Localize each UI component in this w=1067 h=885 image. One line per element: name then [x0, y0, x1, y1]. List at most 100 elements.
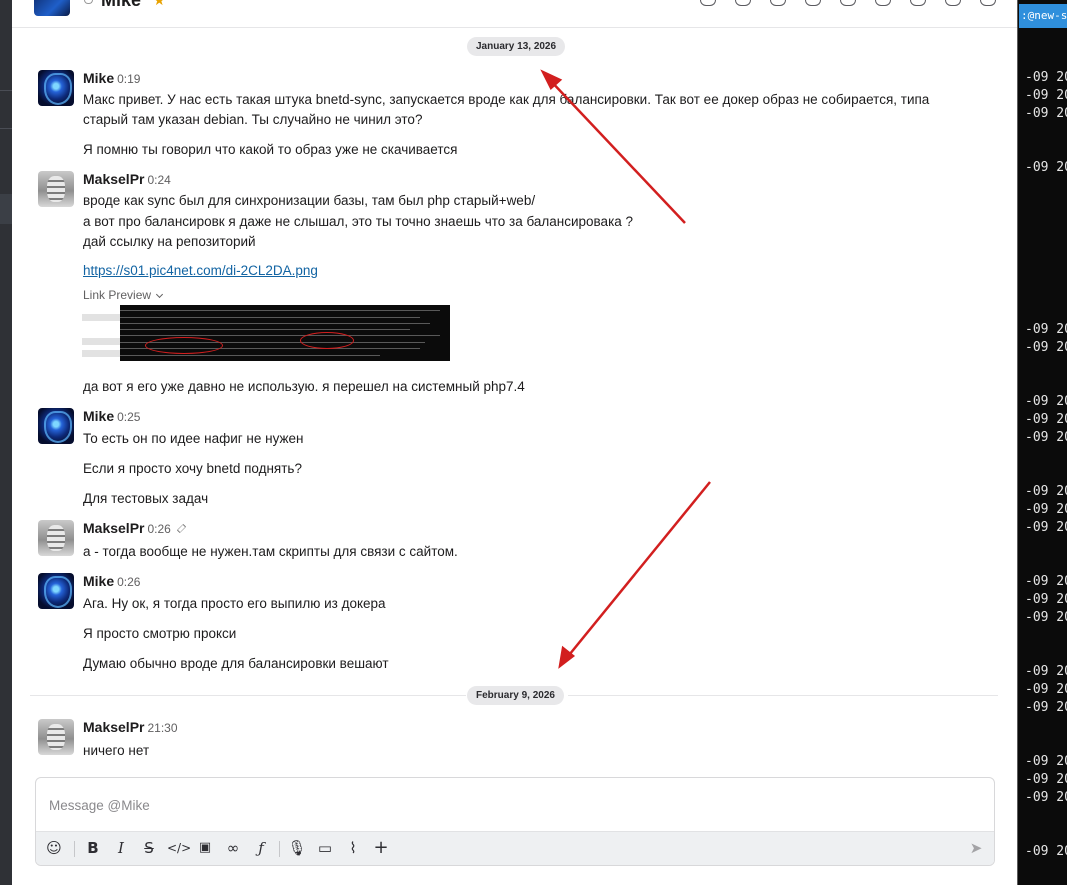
toolbar-separator	[279, 841, 280, 857]
author-name[interactable]: MakselPr	[83, 520, 144, 536]
author-name[interactable]: MakselPr	[83, 719, 144, 735]
terminal-line: -09 20	[1025, 844, 1067, 859]
terminal-line: -09 20	[1025, 574, 1067, 589]
files-icon[interactable]	[910, 0, 926, 6]
pinned-icon[interactable]	[770, 0, 786, 6]
formatting-toolbar: ☺ B I S </> ▣ ∞ ƒ 🎙︎ ▭ ⌇ + ➤	[36, 831, 994, 865]
edited-pencil-icon	[176, 523, 186, 534]
post-header: MakselPr 0:24	[83, 171, 171, 189]
author-name[interactable]: Mike	[83, 573, 114, 589]
avatar[interactable]	[38, 719, 74, 755]
terminal-line: -09 20	[1025, 520, 1067, 535]
terminal-line: -09 20	[1025, 322, 1067, 337]
terminal-line: -09 20	[1025, 700, 1067, 715]
post-header: Mike 0:26	[83, 573, 140, 591]
code-icon[interactable]: </>	[167, 838, 191, 858]
video-icon[interactable]: ▭	[315, 838, 335, 858]
terminal-line: -09 20	[1025, 664, 1067, 679]
message-text: Макс привет. У нас есть такая штука bnet…	[83, 92, 930, 107]
post-header: MakselPr 21:30	[83, 719, 178, 737]
call-icon[interactable]	[700, 0, 716, 6]
send-icon[interactable]: ➤	[966, 838, 986, 858]
terminal-line: -09 20	[1025, 88, 1067, 103]
message-text: а - тогда вообще не нужен.там скрипты дл…	[83, 544, 458, 559]
avatar[interactable]	[38, 573, 74, 609]
terminal-line: -09 20	[1025, 394, 1067, 409]
message-composer: ☺ B I S </> ▣ ∞ ƒ 🎙︎ ▭ ⌇ + ➤	[35, 777, 995, 866]
header-avatar[interactable]	[34, 0, 70, 16]
link-preview-image[interactable]	[82, 305, 450, 361]
message-text: То есть он по идее нафиг не нужен	[83, 431, 304, 446]
terminal-line: -09 20	[1025, 484, 1067, 499]
post-time[interactable]: 21:30	[147, 721, 177, 735]
terminal-line: -09 20	[1025, 340, 1067, 355]
video-call-icon[interactable]	[735, 0, 751, 6]
message-text: Ага. Ну ок, я тогда просто его выпилю из…	[83, 596, 386, 611]
search-icon[interactable]	[875, 0, 891, 6]
terminal-line: -09 20	[1025, 412, 1067, 427]
page-title[interactable]: Mike	[101, 0, 141, 11]
mentions-icon[interactable]	[840, 0, 856, 6]
terminal-line: -09 20	[1025, 772, 1067, 787]
post-header: MakselPr 0:26	[83, 520, 186, 538]
message-text: вроде как sync был для синхронизации баз…	[83, 193, 536, 208]
terminal-line: -09 20	[1025, 682, 1067, 697]
post-time[interactable]: 0:26	[147, 522, 170, 536]
terminal-line: -09 20	[1025, 160, 1067, 175]
emoji-icon[interactable]: ☺	[44, 838, 64, 858]
message-text: ничего нет	[83, 743, 150, 758]
link-preview-label: Link Preview	[83, 288, 152, 302]
message-input[interactable]	[37, 779, 993, 831]
message-text: Для тестовых задач	[83, 491, 209, 506]
terminal-window: :@new-si -09 20 -09 20 -09 20 -09 20 -09…	[1018, 0, 1067, 885]
favorite-star-icon[interactable]: ★	[153, 0, 166, 9]
channel-info-icon[interactable]	[945, 0, 961, 6]
message-text: Думаю обычно вроде для балансировки веша…	[83, 656, 389, 671]
microphone-icon[interactable]: 🎙︎	[287, 838, 307, 858]
chat-panel: Mike ★ January 13, 2026 Mike 0:19 Макс пр…	[12, 0, 1018, 885]
bold-icon[interactable]: B	[83, 838, 103, 858]
formula-icon[interactable]: ƒ	[251, 838, 271, 858]
chevron-down-icon	[155, 290, 164, 299]
author-name[interactable]: MakselPr	[83, 171, 144, 187]
terminal-line: -09 20	[1025, 106, 1067, 121]
divider	[568, 695, 998, 696]
message-text: Я просто смотрю прокси	[83, 626, 237, 641]
avatar[interactable]	[38, 70, 74, 106]
avatar[interactable]	[38, 408, 74, 444]
italic-icon[interactable]: I	[111, 838, 131, 858]
terminal-line: -09 20	[1025, 754, 1067, 769]
post-time[interactable]: 0:19	[117, 72, 140, 86]
link-icon[interactable]: ∞	[223, 838, 243, 858]
terminal-line: -09 20	[1025, 430, 1067, 445]
message-link[interactable]: https://s01.pic4net.com/di-2CL2DA.png	[83, 263, 318, 278]
post-time[interactable]: 0:24	[147, 173, 170, 187]
code-block-icon[interactable]: ▣	[195, 838, 215, 858]
post-time[interactable]: 0:26	[117, 575, 140, 589]
message-text: дай ссылку на репозиторий	[83, 234, 256, 249]
message-text: да вот я его уже давно не использую. я п…	[83, 379, 525, 394]
terminal-tab[interactable]: :@new-si	[1019, 4, 1067, 28]
strikethrough-icon[interactable]: S	[139, 838, 159, 858]
avatar[interactable]	[38, 171, 74, 207]
terminal-line: -09 20	[1025, 70, 1067, 85]
message-text: а вот про балансировк я даже не слышал, …	[83, 214, 634, 229]
message-text: Я помню ты говорил что какой то образ уж…	[83, 142, 458, 157]
terminal-line: -09 20	[1025, 592, 1067, 607]
link-preview-toggle[interactable]: Link Preview	[83, 288, 164, 302]
attachment-icon[interactable]: ⌇	[343, 838, 363, 858]
message-text: Если я просто хочу bnetd поднять?	[83, 461, 302, 476]
left-sidebar-edge	[0, 0, 12, 885]
more-icon[interactable]	[980, 0, 996, 6]
threads-icon[interactable]	[805, 0, 821, 6]
preview-left-pane	[82, 305, 120, 361]
terminal-line: -09 20	[1025, 790, 1067, 805]
post-header: Mike 0:25	[83, 408, 140, 426]
avatar[interactable]	[38, 520, 74, 556]
plus-icon[interactable]: +	[371, 838, 391, 858]
author-name[interactable]: Mike	[83, 70, 114, 86]
sidebar-selected-item[interactable]	[0, 194, 12, 224]
author-name[interactable]: Mike	[83, 408, 114, 424]
toolbar-separator	[74, 841, 75, 857]
post-time[interactable]: 0:25	[117, 410, 140, 424]
